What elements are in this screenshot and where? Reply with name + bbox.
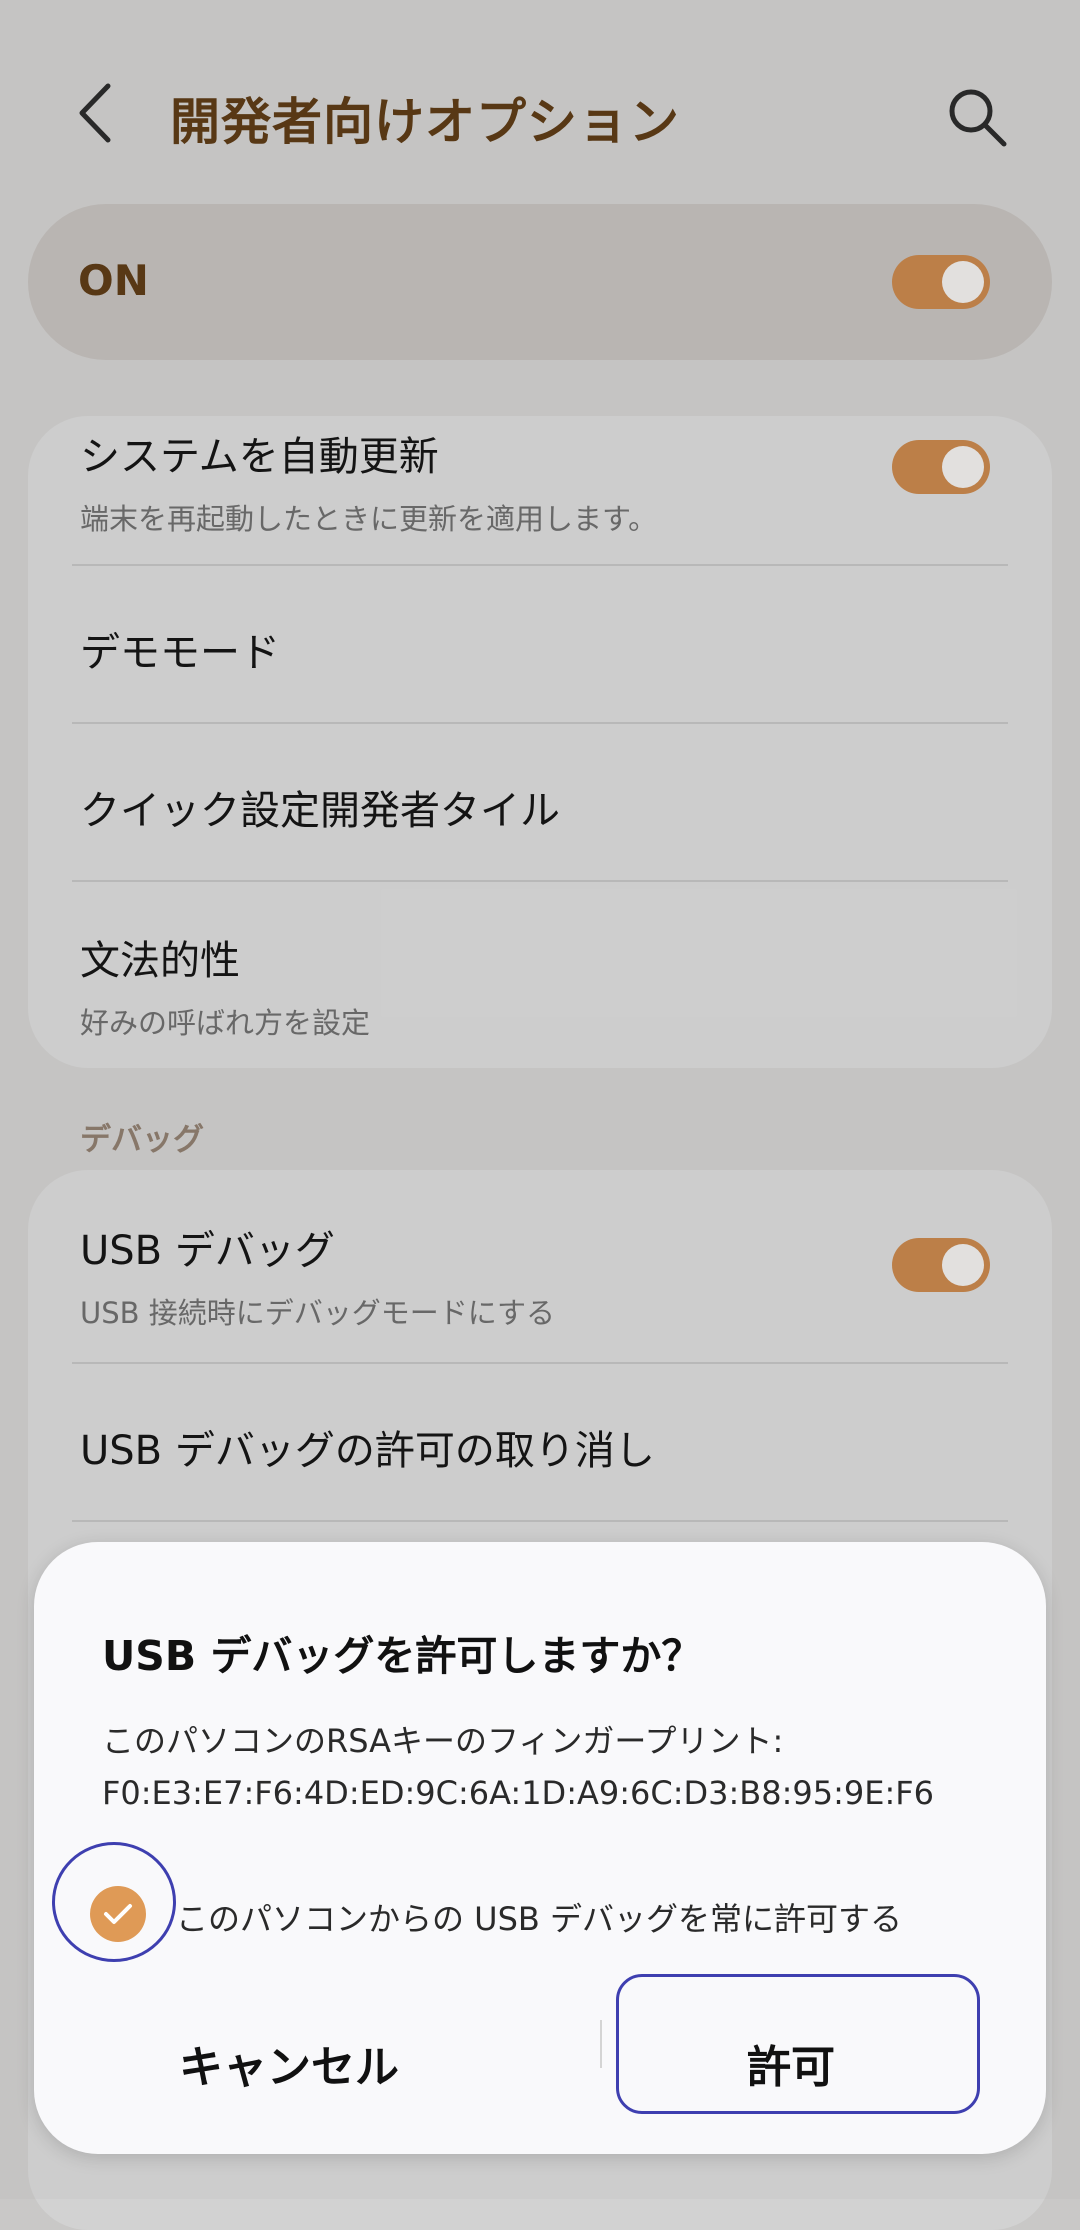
always-allow-row[interactable]: このパソコンからの USB デバッグを常に許可する (90, 1880, 1010, 1950)
always-allow-label: このパソコンからの USB デバッグを常に許可する (176, 1900, 903, 1938)
dialog-title: USB デバッグを許可しますか？ (102, 1632, 703, 1680)
cancel-button[interactable]: キャンセル (74, 2020, 504, 2116)
checkbox-highlight-annotation (52, 1842, 176, 1962)
rsa-fingerprint: F0:E3:E7:F6:4D:ED:9C:6A:1D:A9:6C:D3:B8:9… (102, 1774, 934, 1812)
allow-button-highlight-annotation (616, 1974, 980, 2114)
dialog-message: このパソコンのRSAキーのフィンガープリント: (102, 1722, 784, 1760)
